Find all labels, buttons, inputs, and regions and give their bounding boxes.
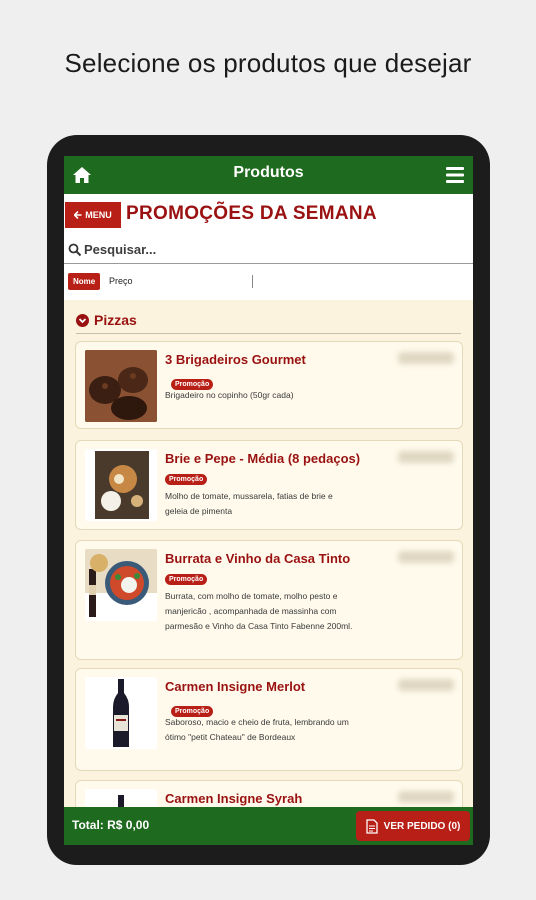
category-header[interactable]: Pizzas — [76, 312, 137, 328]
price-blurred — [398, 679, 454, 691]
app-screen: Produtos MENU PROMOÇÕES DA SEMANA Nome P… — [64, 156, 473, 845]
product-image — [85, 350, 157, 422]
sort-by-price-button[interactable]: Preço — [109, 273, 133, 290]
product-name: Brie e Pepe - Média (8 pedaços) Promoção — [165, 451, 361, 486]
arrow-left-icon — [74, 211, 82, 219]
product-image — [85, 677, 157, 749]
product-name: 3 Brigadeiros Gourmet — [165, 352, 306, 367]
category-divider — [76, 333, 461, 334]
menu-back-button[interactable]: MENU — [65, 202, 121, 228]
search-underline — [64, 263, 473, 264]
promotions-title: PROMOÇÕES DA SEMANA — [126, 203, 377, 224]
product-card[interactable]: 3 Brigadeiros Gourmet Promoção Brigadeir… — [75, 341, 463, 429]
product-card[interactable]: Carmen Insigne Merlot Promoção Saboroso,… — [75, 668, 463, 771]
sort-by-name-button[interactable]: Nome — [68, 273, 101, 290]
search-input[interactable] — [84, 239, 464, 259]
view-order-label: VER PEDIDO (0) — [383, 820, 461, 832]
product-card[interactable]: Burrata e Vinho da Casa Tinto Promoção B… — [75, 540, 463, 660]
product-name: Carmen Insigne Syrah — [165, 791, 303, 806]
promo-badge: Promoção — [165, 574, 208, 586]
hamburger-menu-icon[interactable] — [445, 166, 465, 184]
sort-divider — [252, 275, 253, 288]
price-blurred — [398, 352, 454, 364]
product-description: Saboroso, macio e cheio de fruta, lembra… — [165, 717, 349, 742]
product-image — [85, 449, 157, 521]
product-card[interactable]: Brie e Pepe - Média (8 pedaços) Promoção… — [75, 440, 463, 530]
view-order-button[interactable]: VER PEDIDO (0) — [356, 811, 470, 841]
product-image — [85, 549, 157, 621]
price-blurred — [398, 791, 454, 803]
product-description: Burrata, com molho de tomate, molho pest… — [165, 591, 353, 631]
product-name: Burrata e Vinho da Casa Tinto Promoção — [165, 551, 351, 586]
category-title: Pizzas — [94, 312, 137, 328]
chevron-down-circle-icon — [76, 313, 89, 327]
bottom-bar: Total: R$ 0,00 VER PEDIDO (0) — [64, 807, 473, 845]
product-description: Molho de tomate, mussarela, fatias de br… — [165, 491, 333, 516]
search-icon — [68, 243, 82, 257]
top-bar: Produtos — [64, 156, 473, 194]
page-header-title: Produtos — [233, 164, 304, 181]
product-name: Carmen Insigne Merlot — [165, 679, 306, 694]
price-blurred — [398, 551, 454, 563]
product-description: Brigadeiro no copinho (50gr cada) — [165, 390, 294, 400]
document-icon — [366, 818, 378, 834]
order-total: Total: R$ 0,00 — [72, 818, 150, 832]
promo-badge: Promoção — [165, 474, 208, 486]
search-bar — [68, 239, 468, 261]
screenshot-caption: Selecione os produtos que desejar — [64, 48, 472, 78]
price-blurred — [398, 451, 454, 463]
menu-button-label: MENU — [85, 210, 112, 220]
